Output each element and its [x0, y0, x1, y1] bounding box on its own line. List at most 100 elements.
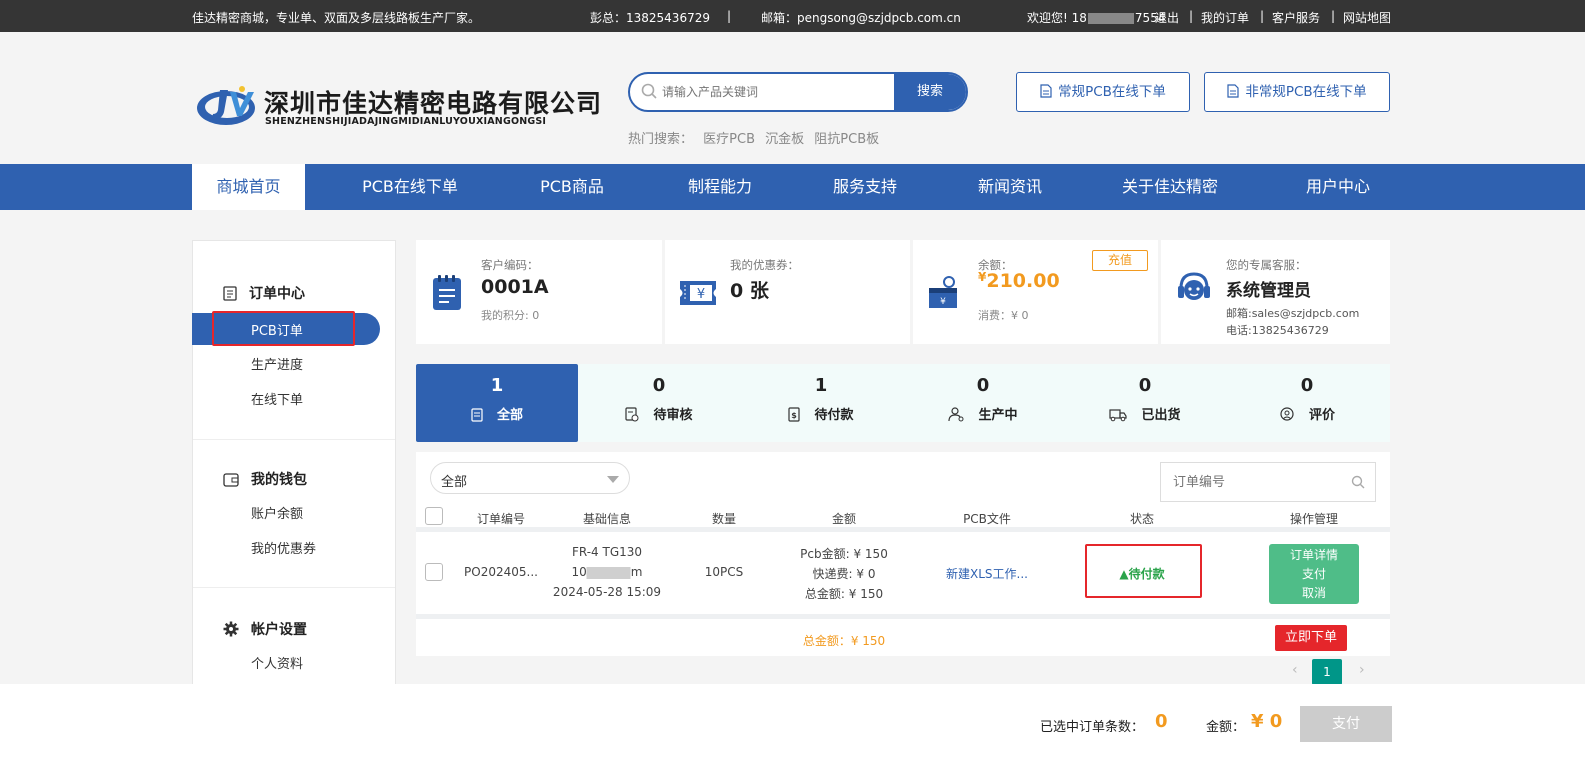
irregular-pcb-order-button[interactable]: 非常规PCB在线下单 [1204, 72, 1390, 112]
sidebar-item-production-progress[interactable]: 生产进度 [251, 354, 303, 373]
board-spec: 10 m [572, 565, 643, 579]
cancel-button[interactable]: 取消 [1269, 584, 1359, 603]
pay-button[interactable]: 支付 [1269, 565, 1359, 584]
search-button[interactable]: 搜索 [894, 74, 966, 110]
table-row: PO202405... FR-4 TG130 10 m 2024-05-28 15… [416, 538, 1390, 608]
column-header: 基础信息 [582, 512, 632, 526]
tab-pending-review[interactable]: 0 待审核 [578, 364, 740, 442]
select-all-checkbox[interactable] [425, 507, 443, 525]
user-phone-start: 18 [1071, 11, 1087, 25]
nav-news[interactable]: 新闻资讯 [960, 164, 1060, 210]
nav-pcb-online-order[interactable]: PCB在线下单 [340, 164, 480, 210]
column-header: 状态 [1129, 512, 1155, 526]
hot-term[interactable]: 阻抗PCB板 [814, 132, 879, 147]
consumption-text: 消费：¥ 0 [978, 309, 1029, 322]
logout-link[interactable]: 退出 [1155, 9, 1179, 26]
sidebar-item-profile[interactable]: 个人资料 [251, 653, 303, 672]
order-number[interactable]: PO202405... [464, 565, 538, 579]
nav-home[interactable]: 商城首页 [192, 164, 305, 210]
column-header: 操作管理 [1289, 512, 1339, 526]
irregular-pcb-label: 非常规PCB在线下单 [1245, 84, 1367, 100]
checkout-bar: 已选中订单条数： 0 金额： ¥ 0 支付 [0, 684, 1585, 764]
prev-page-button[interactable]: ‹ [1292, 662, 1298, 678]
highlight-box [1085, 544, 1202, 598]
spec-start: 10 [571, 565, 587, 579]
order-now-button[interactable]: 立即下单 [1275, 625, 1347, 651]
order-detail-button[interactable]: 订单详情 [1269, 546, 1359, 565]
recharge-button[interactable]: 充值 [1092, 250, 1148, 271]
nav-service-support[interactable]: 服务支持 [815, 164, 915, 210]
board-material: FR-4 TG130 [571, 545, 643, 559]
table-header: 订单编号 基础信息 数量 金额 PCB文件 状态 操作管理 [416, 502, 1390, 532]
sidebar-section-account: 帐户设置 [223, 619, 307, 639]
page-current[interactable]: 1 [1312, 659, 1342, 685]
site-map-link[interactable]: 网站地图 [1343, 9, 1391, 26]
next-page-button[interactable]: › [1359, 662, 1365, 678]
column-header: PCB文件 [963, 512, 1011, 526]
my-orders-link[interactable]: 我的订单 [1201, 9, 1249, 26]
tab-text: 评价 [1308, 408, 1335, 423]
svg-text:¥: ¥ [697, 287, 705, 302]
svg-text:¥: ¥ [940, 297, 946, 307]
customer-code-label: 客户编码： [481, 258, 539, 272]
selected-count: 0 [1155, 711, 1168, 732]
search-input[interactable] [662, 74, 892, 110]
hot-term[interactable]: 沉金板 [765, 132, 804, 147]
select-value: 全部 [441, 475, 468, 490]
sidebar-section-orders: 订单中心 [223, 283, 305, 303]
tab-label: 待审核 [578, 404, 740, 423]
summary-row: 总金额：¥ 150 立即下单 [416, 614, 1390, 656]
tab-label: 全部 [416, 404, 578, 423]
tab-in-production[interactable]: 0 生产中 [902, 364, 1064, 442]
wallet-balance-icon: ¥ [929, 276, 957, 308]
order-table-panel: 全部 订单编号 基础信息 数量 金额 PCB文件 状态 操作管理 PO20240… [416, 452, 1390, 656]
list-icon [471, 408, 483, 422]
tab-text: 已出货 [1141, 408, 1181, 423]
order-search-input[interactable] [1173, 463, 1343, 501]
status-filter-select[interactable]: 全部 [430, 462, 630, 494]
contact-phone: 彭总：13825436729 [590, 11, 710, 25]
tab-all[interactable]: 1 全部 [416, 364, 578, 442]
tab-shipped[interactable]: 0 已出货 [1064, 364, 1226, 442]
welcome-label: 欢迎您! [1027, 11, 1068, 25]
tab-label: 评价 [1226, 404, 1388, 423]
regular-pcb-order-button[interactable]: 常规PCB在线下单 [1016, 72, 1190, 112]
payment-icon: $ [788, 407, 801, 422]
hot-searches: 热门搜索： 医疗PCB 沉金板 阻抗PCB板 [628, 128, 879, 147]
pcb-file-link[interactable]: 新建XLS工作... [946, 565, 1028, 582]
divider: | [1331, 9, 1336, 23]
clipboard-icon [223, 286, 237, 301]
nav-pcb-products[interactable]: PCB商品 [522, 164, 622, 210]
search-bar: 搜索 [628, 72, 968, 112]
search-icon[interactable] [1351, 475, 1365, 489]
row-actions: 订单详情 支付 取消 [1269, 544, 1359, 604]
coupon-ticket-icon: ¥ [680, 281, 716, 305]
tab-pending-payment[interactable]: 1 $ 待付款 [740, 364, 902, 442]
spec-end: m [630, 565, 643, 579]
sum-total: 总金额：¥ 150 [802, 634, 886, 648]
sidebar-section-wallet: 我的钱包 [223, 469, 307, 489]
hot-term[interactable]: 医疗PCB [703, 132, 755, 147]
svg-text:$: $ [792, 411, 798, 420]
review-icon [625, 407, 639, 422]
row-checkbox[interactable] [425, 563, 443, 581]
nav-user-center[interactable]: 用户中心 [1283, 164, 1393, 210]
balance-value: ¥210.00 [978, 270, 1060, 292]
customer-service-link[interactable]: 客户服务 [1272, 9, 1320, 26]
tab-label: 已出货 [1064, 404, 1226, 423]
company-logo[interactable]: 深圳市佳达精密电路有限公司 SHENZHENSHIJIADAJINGMIDIAN… [196, 80, 601, 134]
points-text: 我的积分: 0 [481, 309, 540, 322]
shipping-fee: 快递费: ¥ 0 [812, 567, 876, 581]
amount-label: 金额： [1206, 720, 1246, 735]
quantity: 10PCS [704, 565, 744, 579]
document-icon [1040, 84, 1052, 98]
sidebar-item-balance[interactable]: 账户余额 [251, 503, 303, 522]
nav-process-capability[interactable]: 制程能力 [670, 164, 770, 210]
checkout-pay-button[interactable]: 支付 [1300, 706, 1392, 742]
main-nav: 商城首页 PCB在线下单 PCB商品 制程能力 服务支持 新闻资讯 关于佳达精密… [0, 164, 1585, 210]
nav-about[interactable]: 关于佳达精密 [1100, 164, 1240, 210]
balance-card: ¥ 余额： ¥210.00 消费：¥ 0 充值 [913, 240, 1158, 344]
sidebar-item-online-order[interactable]: 在线下单 [251, 389, 303, 408]
tab-review[interactable]: 0 评价 [1226, 364, 1388, 442]
sidebar-item-coupons[interactable]: 我的优惠券 [251, 538, 316, 557]
